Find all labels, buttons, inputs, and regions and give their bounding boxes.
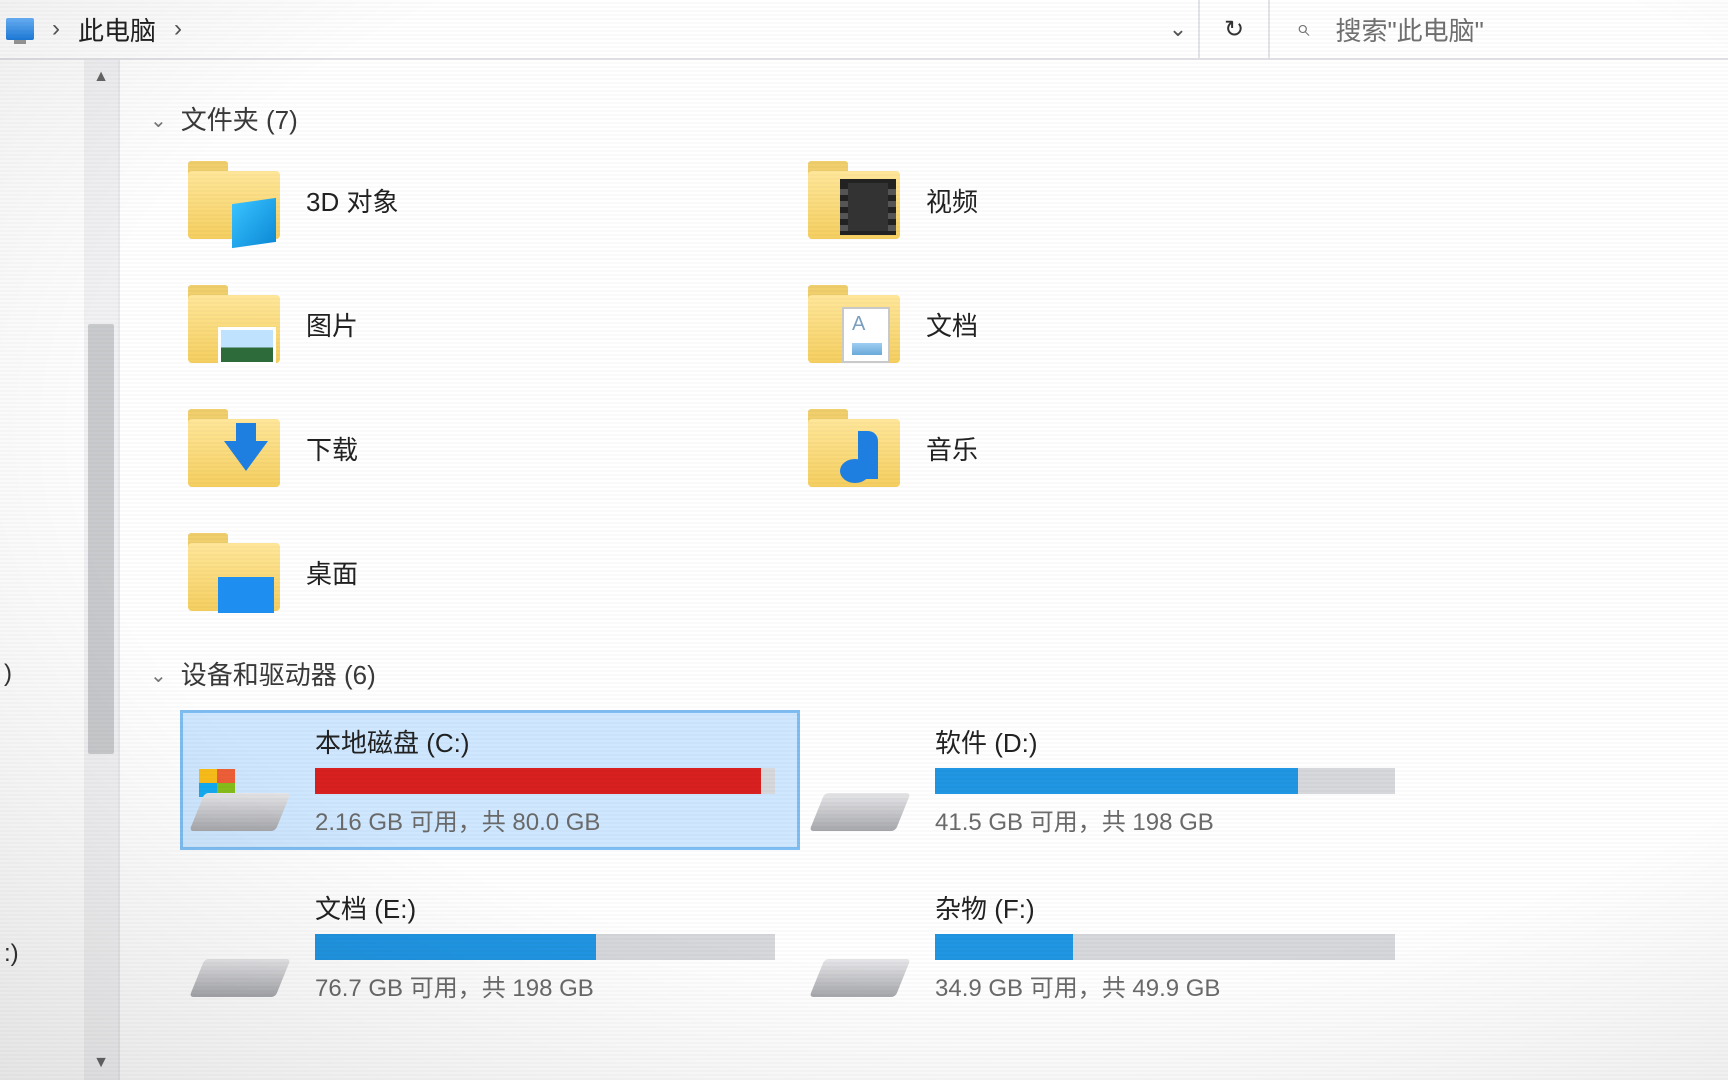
folder-item-documents[interactable]: 文档 xyxy=(800,279,1420,369)
folder-icon xyxy=(188,285,280,363)
folder-label: 图片 xyxy=(306,306,358,343)
search-icon: ⌕ xyxy=(1296,15,1309,43)
breadcrumb-location[interactable]: 此电脑 xyxy=(78,11,156,48)
drive-name: 本地磁盘 (C:) xyxy=(315,723,781,760)
folder-label: 桌面 xyxy=(306,554,358,591)
pc-icon xyxy=(6,18,34,40)
drive-info: 软件 (D:) 41.5 GB 可用，共 198 GB xyxy=(935,723,1401,837)
folder-item-3d[interactable]: 3D 对象 xyxy=(180,155,800,245)
capacity-fill xyxy=(935,934,1073,960)
address-bar: › 此电脑 › ⌄ ↻ ⌕ 搜索"此电脑" xyxy=(0,0,1728,60)
chevron-down-icon: ⌄ xyxy=(150,108,167,133)
drive-name: 软件 (D:) xyxy=(935,723,1401,760)
drive-status: 2.16 GB 可用，共 80.0 GB xyxy=(315,802,781,837)
refresh-button[interactable]: ↻ xyxy=(1198,0,1268,58)
navigation-pane[interactable]: ) :) ▲ ▼ xyxy=(0,60,120,1080)
drives-grid: 本地磁盘 (C:) 2.16 GB 可用，共 80.0 GB 软件 (D:) 41.5… xyxy=(180,710,1688,1016)
folder-item-music[interactable]: 音乐 xyxy=(800,403,1420,493)
drive-info: 杂物 (F:) 34.9 GB 可用，共 49.9 GB xyxy=(935,889,1401,1003)
breadcrumb-separator[interactable]: › xyxy=(174,15,182,43)
folder-item-desktop[interactable]: 桌面 xyxy=(180,527,800,617)
group-label: 文件夹 (7) xyxy=(181,100,298,137)
group-label: 设备和驱动器 (6) xyxy=(181,655,376,692)
capacity-bar xyxy=(315,934,775,960)
address-history-dropdown[interactable]: ⌄ xyxy=(1158,16,1198,42)
drive-status: 34.9 GB 可用，共 49.9 GB xyxy=(935,968,1401,1003)
drive-icon xyxy=(813,929,909,1003)
folder-icon xyxy=(188,161,280,239)
folder-icon xyxy=(188,533,280,611)
capacity-fill xyxy=(315,934,596,960)
group-header-folders[interactable]: ⌄ 文件夹 (7) xyxy=(150,100,1688,137)
capacity-fill xyxy=(935,768,1298,794)
folder-label: 音乐 xyxy=(926,430,978,467)
folder-icon xyxy=(808,161,900,239)
folder-item-downloads[interactable]: 下载 xyxy=(180,403,800,493)
breadcrumb-separator: › xyxy=(52,15,60,43)
folder-icon xyxy=(188,409,280,487)
folder-item-pictures[interactable]: 图片 xyxy=(180,279,800,369)
folder-item-video[interactable]: 视频 xyxy=(800,155,1420,245)
sidebar-fragment: ) xyxy=(4,660,12,688)
scroll-thumb[interactable] xyxy=(88,324,114,754)
folder-icon xyxy=(808,409,900,487)
drive-item[interactable]: 杂物 (F:) 34.9 GB 可用，共 49.9 GB xyxy=(800,876,1420,1016)
drive-name: 文档 (E:) xyxy=(315,889,781,926)
drive-info: 文档 (E:) 76.7 GB 可用，共 198 GB xyxy=(315,889,781,1003)
capacity-bar xyxy=(935,934,1395,960)
drive-icon xyxy=(193,929,289,1003)
drive-item[interactable]: 文档 (E:) 76.7 GB 可用，共 198 GB xyxy=(180,876,800,1016)
drive-icon xyxy=(813,763,909,837)
content-area: ⌄ 文件夹 (7) 3D 对象 视频图片 文档下载 音乐桌面 ⌄ 设备和驱动器 (6)… xyxy=(120,60,1728,1080)
search-placeholder: 搜索"此电脑" xyxy=(1335,11,1483,48)
drive-status: 76.7 GB 可用，共 198 GB xyxy=(315,968,781,1003)
sidebar-fragment: :) xyxy=(4,940,19,968)
folder-label: 3D 对象 xyxy=(306,182,398,219)
folders-grid: 3D 对象 视频图片 文档下载 音乐桌面 xyxy=(180,155,1688,617)
folder-label: 文档 xyxy=(926,306,978,343)
folder-icon xyxy=(808,285,900,363)
capacity-fill xyxy=(315,768,761,794)
capacity-bar xyxy=(315,768,775,794)
drive-status: 41.5 GB 可用，共 198 GB xyxy=(935,802,1401,837)
drive-info: 本地磁盘 (C:) 2.16 GB 可用，共 80.0 GB xyxy=(315,723,781,837)
scroll-down-icon[interactable]: ▼ xyxy=(84,1046,118,1080)
drive-icon xyxy=(193,763,289,837)
folder-label: 下载 xyxy=(306,430,358,467)
capacity-bar xyxy=(935,768,1395,794)
search-input[interactable]: ⌕ 搜索"此电脑" xyxy=(1268,0,1728,58)
sidebar-scrollbar[interactable]: ▲ ▼ xyxy=(84,60,118,1080)
folder-label: 视频 xyxy=(926,182,978,219)
scroll-up-icon[interactable]: ▲ xyxy=(84,60,118,94)
drive-item[interactable]: 本地磁盘 (C:) 2.16 GB 可用，共 80.0 GB xyxy=(180,710,800,850)
drive-name: 杂物 (F:) xyxy=(935,889,1401,926)
chevron-down-icon: ⌄ xyxy=(150,663,167,688)
group-header-drives[interactable]: ⌄ 设备和驱动器 (6) xyxy=(150,655,1688,692)
drive-item[interactable]: 软件 (D:) 41.5 GB 可用，共 198 GB xyxy=(800,710,1420,850)
